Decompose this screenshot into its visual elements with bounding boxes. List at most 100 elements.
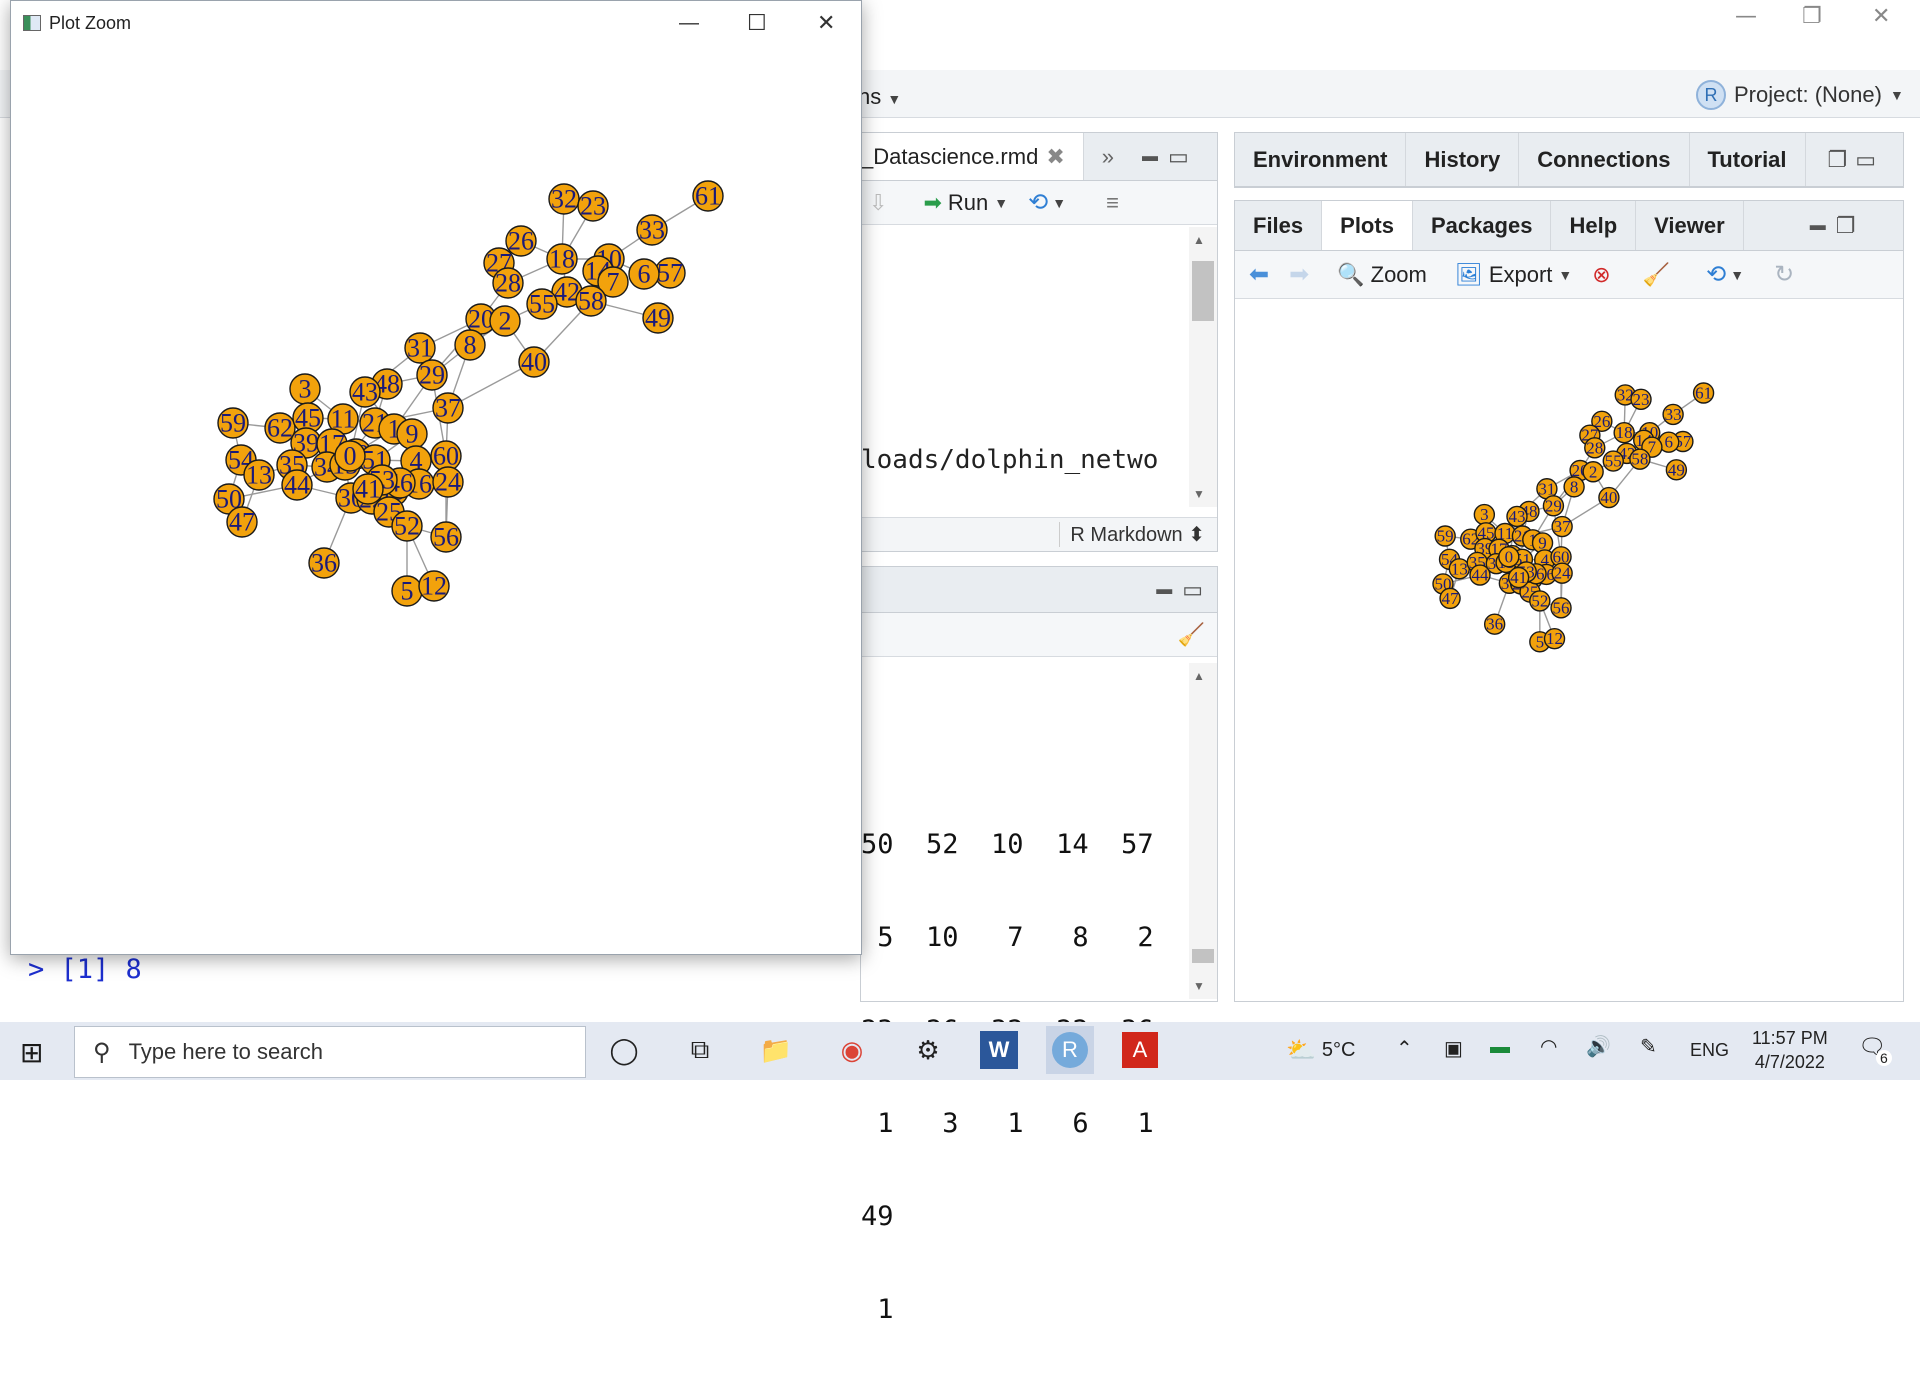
pen-icon[interactable]: ✎ (1640, 1034, 1657, 1059)
tab-label: Tutorial (1707, 146, 1787, 172)
close-button[interactable]: ✕ (817, 10, 835, 36)
tab-packages[interactable]: Packages (1413, 201, 1552, 250)
clear-plots-broom-icon[interactable]: 🧹 (1643, 262, 1670, 288)
plot-zoom-titlebar[interactable]: Plot Zoom — ☐ ✕ (11, 1, 861, 45)
file-explorer-icon[interactable]: 📁 (752, 1026, 800, 1074)
maximize-pane-icon[interactable]: ▭ (1855, 147, 1876, 173)
console-line: 1 (861, 1294, 894, 1325)
rstudio-restore-button[interactable]: ❐ (1802, 4, 1822, 29)
network-node: 41 (352, 473, 384, 505)
tab-plots[interactable]: Plots (1322, 201, 1413, 250)
language-indicator[interactable]: ENG (1690, 1040, 1729, 1061)
battery-icon[interactable]: ▬ (1490, 1036, 1510, 1059)
node-label: 0 (1505, 547, 1514, 566)
taskbar-search-input[interactable]: ⚲ Type here to search (74, 1026, 586, 1078)
rstudio-close-button[interactable]: ✕ (1872, 4, 1890, 29)
rerun-icon[interactable]: ⟲ (1028, 188, 1048, 217)
task-view-icon[interactable]: ⧉ (676, 1026, 724, 1074)
close-icon[interactable]: ✖ (1046, 144, 1064, 170)
menu-tools-partial[interactable]: ns ▼ (858, 84, 901, 110)
chevron-down-icon[interactable]: ▼ (1052, 195, 1066, 211)
node-label: 37 (1554, 517, 1572, 536)
editor-scrollbar[interactable]: ▲ ▼ (1189, 227, 1217, 507)
clock[interactable]: 11:57 PM 4/7/2022 (1752, 1026, 1828, 1074)
node-label: 18 (1616, 423, 1633, 442)
tab-environment[interactable]: Environment (1235, 133, 1407, 186)
node-label: 0 (344, 442, 357, 471)
export-button[interactable]: 🖼 Export ▼ (1441, 262, 1586, 288)
tab-connections[interactable]: Connections (1519, 133, 1690, 186)
export-label: Export (1488, 261, 1553, 287)
document-mode-select[interactable]: R Markdown ⬍ (1059, 522, 1205, 547)
volume-icon[interactable]: 🔊 (1586, 1034, 1611, 1059)
node-label: 5 (1536, 632, 1545, 651)
remove-plot-icon[interactable]: ⊗ (1592, 262, 1610, 288)
windows-start-icon[interactable]: ⊞ (20, 1036, 43, 1069)
maximize-pane-icon[interactable]: ▭ (1182, 577, 1203, 603)
network-node: 56 (430, 521, 462, 553)
more-tabs-icon[interactable]: » (1102, 144, 1114, 170)
minimize-pane-icon[interactable]: ▬ (1156, 581, 1172, 599)
tab-tutorial[interactable]: Tutorial (1690, 133, 1806, 186)
node-label: 33 (639, 216, 665, 245)
minimize-pane-icon[interactable]: ▬ (1142, 148, 1158, 166)
node-label: 57 (657, 259, 683, 288)
minimize-button[interactable]: — (679, 12, 699, 35)
meet-now-icon[interactable]: ▣ (1444, 1036, 1463, 1061)
project-button[interactable]: R Project: (None) ▼ (1696, 80, 1904, 110)
download-arrow-icon: ⇩ (869, 189, 888, 215)
tab-viewer[interactable]: Viewer (1636, 201, 1744, 250)
forward-arrow-icon[interactable]: ➡ (1289, 260, 1309, 289)
weather-partly-cloudy-icon[interactable]: ⛅ (1286, 1036, 1316, 1065)
network-node: 6 (628, 258, 660, 290)
network-node: 33 (1662, 403, 1684, 426)
chrome-icon[interactable]: ◉ (828, 1026, 876, 1074)
restore-pane-icon[interactable]: ❐ (1828, 147, 1848, 173)
network-node: 29 (1542, 495, 1565, 517)
console-scrollbar[interactable]: ▲ ▼ (1189, 663, 1217, 999)
weather-temp[interactable]: 5°C (1322, 1039, 1356, 1062)
refresh-icon[interactable]: ↻ (1774, 260, 1794, 289)
run-button[interactable]: ➡ Run ▼ (909, 190, 1022, 216)
word-icon[interactable]: W (980, 1031, 1018, 1069)
node-label: 40 (521, 348, 547, 377)
network-node: 37 (1551, 515, 1573, 538)
maximize-pane-icon[interactable]: ▭ (1168, 144, 1189, 170)
cortana-icon[interactable]: ◯ (600, 1026, 648, 1074)
tab-files[interactable]: Files (1235, 201, 1323, 250)
network-node: 29 (416, 359, 448, 391)
tab-history[interactable]: History (1406, 133, 1520, 186)
zoom-button[interactable]: 🔍 Zoom (1323, 262, 1441, 288)
network-node: 2 (1582, 461, 1604, 483)
chevron-down-icon: ▼ (1889, 87, 1904, 103)
tab-help[interactable]: Help (1551, 201, 1637, 250)
network-node: 37 (432, 392, 464, 424)
node-label: 37 (435, 394, 461, 423)
broom-icon[interactable]: 🧹 (1178, 622, 1205, 648)
settings-gear-icon[interactable]: ⚙ (904, 1026, 952, 1074)
node-label: 59 (220, 409, 246, 438)
wifi-icon[interactable]: ◠ (1540, 1034, 1557, 1059)
tab-source-file[interactable]: _Datascience.rmd ✖ (861, 133, 1084, 180)
notifications-icon[interactable]: 🗨 6 (1858, 1034, 1892, 1066)
node-label: 61 (1695, 384, 1712, 403)
node-label: 12 (421, 572, 447, 601)
network-node: 47 (1439, 587, 1461, 610)
minimize-pane-icon[interactable]: ▬ (1810, 217, 1826, 235)
plots-pane: Files Plots Packages Help Viewer ▬ ❐ ⬅ ➡… (1234, 200, 1904, 1002)
export-image-icon: 🖼 (1454, 261, 1483, 287)
maximize-button[interactable]: ☐ (747, 10, 767, 36)
show-hidden-icons-chevron-icon[interactable]: ⌃ (1396, 1036, 1413, 1061)
sync-icon[interactable]: ⟲ (1706, 260, 1726, 289)
restore-pane-icon[interactable]: ❐ (1836, 213, 1856, 239)
back-arrow-icon[interactable]: ⬅ (1249, 260, 1269, 289)
plot-zoom-window: Plot Zoom — ☐ ✕ 61 32 23 33 26 18 27 10 14 57 6 7 28… (10, 0, 862, 955)
network-node: 40 (1598, 486, 1620, 509)
rstudio-icon[interactable]: R (1046, 1026, 1094, 1074)
acrobat-icon[interactable]: A (1122, 1032, 1158, 1068)
console-prompt-line[interactable]: > [1] 8 (28, 954, 142, 985)
outline-icon[interactable]: ≡ (1106, 190, 1119, 216)
chevron-down-icon[interactable]: ▼ (1730, 267, 1744, 283)
network-node: 40 (518, 346, 550, 378)
rstudio-minimize-button[interactable]: — (1735, 4, 1757, 29)
